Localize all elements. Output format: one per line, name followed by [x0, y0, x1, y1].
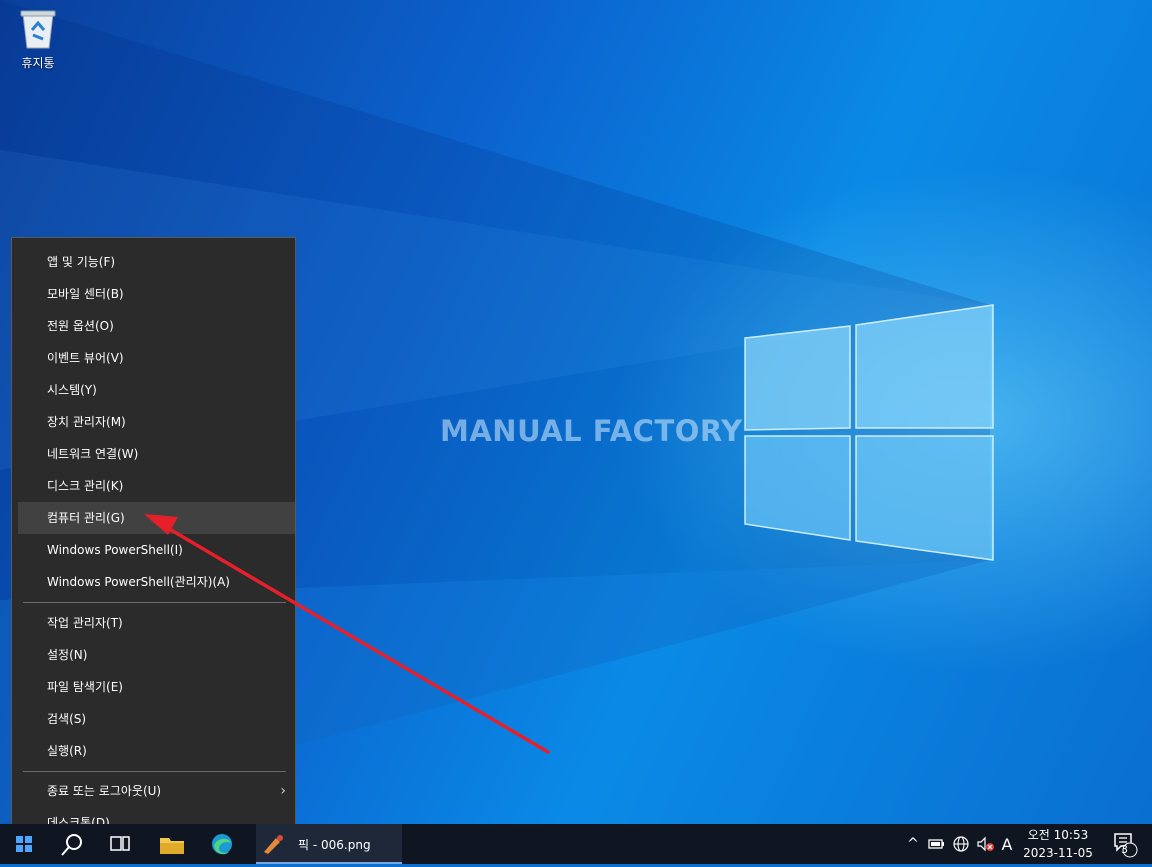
speaker-muted-icon: [977, 836, 994, 852]
volume-muted-icon[interactable]: [974, 824, 996, 864]
taskbar: 픽 - 006.png ^ A 오전 10:53 2023-11-05 3: [0, 824, 1152, 864]
task-view-button[interactable]: [96, 824, 144, 864]
menu-item-mobility-center[interactable]: 모바일 센터(B): [18, 278, 295, 310]
taskbar-app-edge[interactable]: [200, 824, 244, 864]
menu-item-event-viewer[interactable]: 이벤트 뷰어(V): [18, 342, 295, 374]
menu-item-system[interactable]: 시스템(Y): [18, 374, 295, 406]
taskbar-clock[interactable]: 오전 10:53 2023-11-05: [1018, 826, 1098, 862]
show-hidden-icons-button[interactable]: ^: [902, 824, 924, 864]
menu-item-computer-management[interactable]: 컴퓨터 관리(G): [18, 502, 295, 534]
menu-item-search[interactable]: 검색(S): [18, 703, 295, 735]
taskbar-app-file-explorer[interactable]: [150, 824, 194, 864]
clock-time: 오전 10:53: [1027, 828, 1089, 842]
clock-date: 2023-11-05: [1023, 846, 1093, 860]
menu-item-powershell-admin[interactable]: Windows PowerShell(관리자)(A): [18, 566, 295, 598]
desktop-icon-label: 휴지통: [21, 56, 55, 70]
folder-icon: [160, 838, 184, 854]
winx-context-menu: 앱 및 기능(F) 모바일 센터(B) 전원 옵션(O) 이벤트 뷰어(V) 시…: [11, 237, 296, 846]
menu-item-settings[interactable]: 설정(N): [18, 639, 295, 671]
chevron-right-icon: ›: [280, 783, 286, 799]
menu-item-file-explorer[interactable]: 파일 탐색기(E): [18, 671, 295, 703]
watermark-text: MANUAL FACTORY: [440, 414, 743, 448]
taskbar-window-title: 픽 - 006.png: [298, 838, 371, 852]
menu-item-apps-features[interactable]: 앱 및 기능(F): [18, 246, 295, 278]
start-button[interactable]: [0, 824, 48, 864]
action-center-button[interactable]: 3: [1104, 824, 1144, 864]
menu-item-power-options[interactable]: 전원 옵션(O): [18, 310, 295, 342]
battery-icon-glyph: [928, 839, 944, 849]
menu-item-network-connections[interactable]: 네트워크 연결(W): [18, 438, 295, 470]
menu-item-powershell[interactable]: Windows PowerShell(I): [18, 534, 295, 566]
recycle-bin-icon: [20, 10, 56, 49]
menu-separator: [23, 602, 286, 603]
menu-item-device-manager[interactable]: 장치 관리자(M): [18, 406, 295, 438]
input-method-indicator[interactable]: A: [996, 824, 1018, 864]
network-globe-icon[interactable]: [950, 824, 972, 864]
menu-item-task-manager[interactable]: 작업 관리자(T): [18, 607, 295, 639]
menu-item-shutdown-signout[interactable]: 종료 또는 로그아웃(U) ›: [18, 775, 295, 807]
edge-browser-icon: [212, 834, 232, 855]
menu-item-label: 종료 또는 로그아웃(U): [47, 784, 162, 798]
globe-icon: [953, 836, 969, 852]
taskbar-app-active-window[interactable]: 픽 - 006.png: [256, 824, 402, 864]
battery-icon[interactable]: [926, 824, 948, 864]
menu-item-run[interactable]: 실행(R): [18, 735, 295, 767]
task-view-icon: [110, 836, 130, 851]
notification-count-badge: 3: [1121, 843, 1128, 856]
input-method-label: A: [1001, 834, 1013, 854]
search-button[interactable]: [48, 824, 96, 864]
menu-separator: [23, 771, 286, 772]
windows-logo-icon: [16, 836, 32, 852]
desktop-icon-recycle-bin[interactable]: 휴지통: [8, 6, 68, 78]
paint-app-icon: [264, 835, 283, 854]
chevron-up-icon: ^: [907, 836, 919, 852]
menu-item-disk-management[interactable]: 디스크 관리(K): [18, 470, 295, 502]
search-icon: [61, 834, 82, 856]
